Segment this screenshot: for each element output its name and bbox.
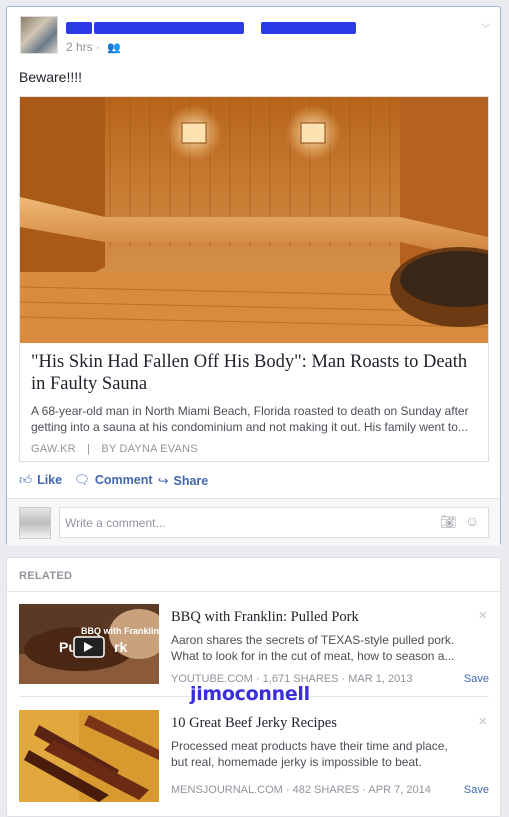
sauna-illustration — [20, 97, 488, 343]
link-byline: BY DAYNA EVANS — [101, 443, 198, 455]
divider — [7, 591, 500, 592]
related-description: Processed meat products have their time … — [171, 739, 448, 769]
related-title[interactable]: 10 Great Beef Jerky Recipes — [171, 715, 337, 732]
link-domain: GAW.KR — [31, 443, 76, 455]
jerky-thumb-art — [19, 710, 159, 802]
related-source: MENSJOURNAL.COM · 482 SHARES · APR 7, 20… — [171, 784, 431, 796]
related-description: Aaron shares the secrets of TEXAS-style … — [171, 633, 455, 663]
close-icon[interactable]: × — [478, 607, 487, 624]
related-item-jerky[interactable]: 10 Great Beef Jerky Recipes Processed me… — [19, 710, 489, 804]
friends-icon[interactable]: 👥 — [107, 42, 121, 54]
speech-bubble-icon: 🗨︎ — [74, 473, 90, 487]
jerky-thumbnail[interactable] — [19, 710, 159, 802]
camera-icon[interactable]: 📷︎ — [440, 514, 457, 530]
thumbs-up-icon: 👍︎ — [19, 473, 33, 487]
share-button[interactable]: ↪ Share — [158, 473, 208, 488]
post-timestamp[interactable]: 2 hrs — [66, 40, 93, 54]
news-feed-post: ▶ 2 hrs · 👥 ⌵ Beware!!!! — [6, 6, 501, 546]
save-button[interactable]: Save — [464, 784, 489, 796]
comment-input[interactable] — [59, 507, 489, 538]
link-preview[interactable]: "His Skin Had Fallen Off His Body": Man … — [19, 96, 489, 462]
related-heading: RELATED — [19, 570, 73, 582]
redaction-bar — [94, 22, 244, 34]
bbq-video-thumbnail[interactable]: BBQ with Franklin Pu rk — [19, 604, 159, 684]
close-icon[interactable]: × — [478, 713, 487, 730]
bbq-thumb-art: BBQ with Franklin Pu rk — [19, 604, 159, 684]
watermark-text: jimoconnell — [190, 683, 310, 705]
related-title[interactable]: BBQ with Franklin: Pulled Pork — [171, 609, 359, 626]
redaction-bar — [66, 22, 92, 34]
comment-button[interactable]: 🗨︎ Comment — [74, 473, 153, 488]
post-text: Beware!!!! — [19, 69, 83, 85]
author-name-redacted[interactable]: ▶ — [66, 20, 356, 37]
link-source: GAW.KR | BY DAYNA EVANS — [31, 443, 198, 455]
svg-text:BBQ with Franklin: BBQ with Franklin — [81, 626, 159, 636]
link-title[interactable]: "His Skin Had Fallen Off His Body": Man … — [31, 351, 471, 395]
link-description: A 68-year-old man in North Miami Beach, … — [31, 404, 469, 434]
author-avatar[interactable] — [20, 16, 58, 54]
source-separator: | — [87, 443, 91, 455]
svg-text:rk: rk — [114, 639, 127, 655]
redaction-bar — [261, 22, 356, 34]
sauna-image[interactable] — [20, 97, 488, 343]
chevron-down-icon[interactable]: ⌵ — [481, 17, 490, 32]
emoji-icon[interactable]: ☺ — [465, 513, 479, 529]
post-meta: 2 hrs · 👥 — [66, 40, 122, 54]
share-arrow-icon: ↪ — [158, 474, 169, 488]
viewer-avatar — [19, 507, 51, 539]
like-button[interactable]: 👍︎ Like — [19, 473, 62, 488]
save-button[interactable]: Save — [464, 673, 489, 685]
comment-composer: 📷︎ ☺ — [7, 498, 500, 546]
